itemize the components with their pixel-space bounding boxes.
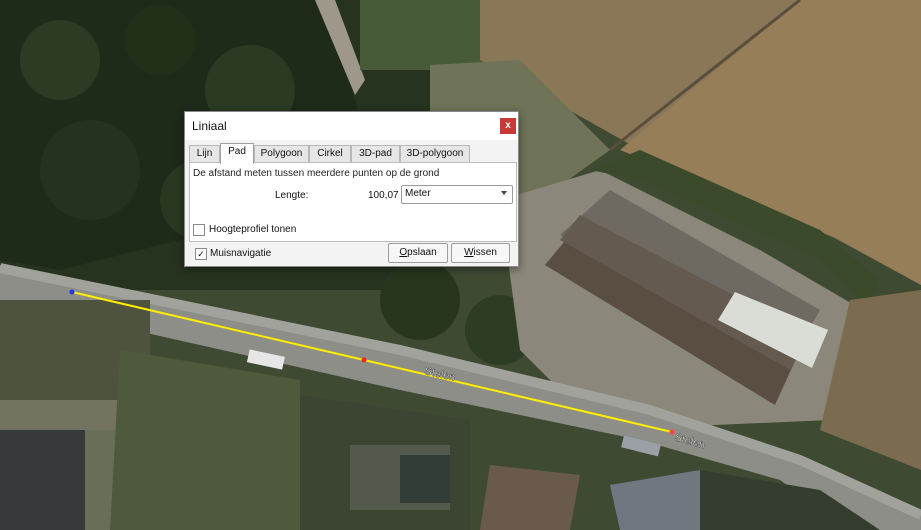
save-button[interactable]: Opslaan [388,243,448,263]
description-text: De afstand meten tussen meerdere punten … [193,168,440,179]
mouse-navigation-checkbox[interactable]: ✓ [195,248,207,260]
tab-lijn[interactable]: Lijn [189,145,220,162]
ruler-dialog: Liniaal x Lijn Pad Polygoon Cirkel 3D-pa… [184,111,519,267]
tab-cirkel[interactable]: Cirkel [309,145,351,162]
unit-select[interactable]: Meter [401,185,513,204]
tab-3d-pad[interactable]: 3D-pad [351,145,400,162]
chevron-down-icon [501,191,507,195]
checkmark-icon: ✓ [197,249,205,259]
clear-mnemonic: W [464,247,474,258]
tab-polygoon[interactable]: Polygoon [254,145,309,162]
elevation-profile-label[interactable]: Hoogteprofiel tonen [209,224,296,235]
close-icon[interactable]: x [500,118,516,134]
title-bar[interactable]: Liniaal x [185,112,518,140]
dialog-title: Liniaal [192,119,227,133]
save-mnemonic: O [399,247,408,258]
path-end-point[interactable] [669,429,675,435]
length-value: 100,07 [368,190,399,201]
tab-panel: De afstand meten tussen meerdere punten … [189,162,517,242]
unit-select-value: Meter [405,188,431,199]
save-label: pslaan [407,247,437,258]
tab-pad[interactable]: Pad [220,143,254,164]
path-start-point[interactable] [69,289,75,295]
mouse-navigation-label[interactable]: ✓Muisnavigatie [210,248,271,259]
tab-3d-polygoon[interactable]: 3D-polygoon [400,145,470,162]
length-label: Lengte: [275,190,309,201]
elevation-profile-checkbox[interactable] [193,224,205,236]
clear-label: issen [473,247,497,258]
path-mid-point[interactable] [361,357,367,363]
clear-button[interactable]: Wissen [451,243,510,263]
